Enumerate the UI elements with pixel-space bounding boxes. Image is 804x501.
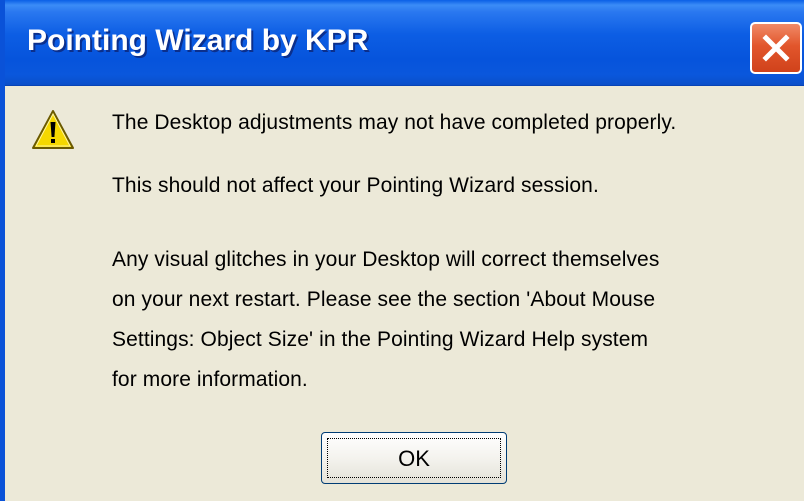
paragraph-line: Any visual glitches in your Desktop will…	[112, 248, 660, 271]
title-bar[interactable]: Pointing Wizard by KPR	[5, 0, 804, 86]
warning-icon	[32, 110, 74, 149]
message-paragraph: Any visual glitches in your Desktop will…	[112, 240, 659, 400]
paragraph-line: Settings: Object Size' in the Pointing W…	[112, 328, 649, 351]
message-dialog: Pointing Wizard by KPR The Desktop adjus…	[0, 0, 804, 501]
message-line-1: The Desktop adjustments may not have com…	[112, 111, 677, 134]
message-line-2: This should not affect your Pointing Wiz…	[112, 174, 599, 197]
paragraph-line: for more information.	[112, 368, 308, 391]
window-title: Pointing Wizard by KPR	[27, 24, 369, 57]
close-button[interactable]	[750, 22, 802, 74]
ok-button[interactable]: OK	[321, 432, 507, 484]
paragraph-line: on your next restart. Please see the sec…	[112, 288, 656, 311]
ok-button-label: OK	[398, 446, 430, 471]
close-icon	[762, 34, 790, 62]
